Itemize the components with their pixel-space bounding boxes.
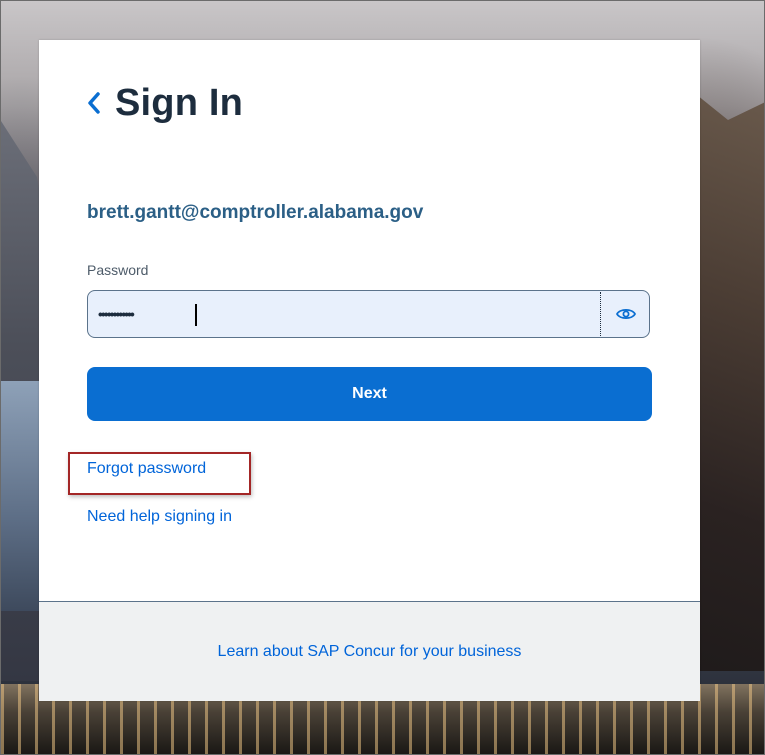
background-water — [1, 381, 41, 611]
password-value: •••••••••••• — [98, 306, 135, 322]
sign-in-header: Sign In — [87, 78, 243, 128]
chevron-left-icon[interactable] — [87, 83, 111, 123]
learn-about-link[interactable]: Learn about SAP Concur for your business — [218, 643, 522, 661]
password-field[interactable]: •••••••••••• — [87, 290, 650, 338]
forgot-password-link[interactable]: Forgot password — [87, 460, 206, 478]
show-password-button[interactable] — [603, 291, 649, 337]
need-help-link[interactable]: Need help signing in — [87, 508, 232, 526]
eye-icon — [616, 307, 636, 321]
password-label: Password — [87, 262, 149, 278]
account-email: brett.gantt@comptroller.alabama.gov — [87, 202, 424, 223]
password-field-divider — [600, 292, 601, 336]
sign-in-card: Sign In brett.gantt@comptroller.alabama.… — [39, 40, 700, 701]
text-caret — [195, 304, 197, 326]
next-button[interactable]: Next — [87, 367, 652, 421]
card-footer: Learn about SAP Concur for your business — [39, 601, 700, 701]
screenshot-frame: Sign In brett.gantt@comptroller.alabama.… — [0, 0, 765, 755]
page-title: Sign In — [115, 81, 244, 124]
